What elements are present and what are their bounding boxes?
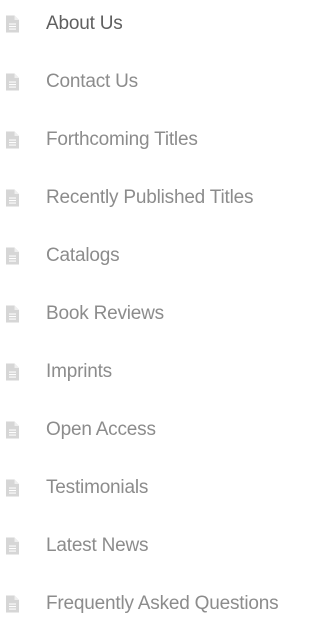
menu-item-label: Recently Published Titles <box>46 187 254 208</box>
menu-item-label: Testimonials <box>46 477 149 498</box>
menu-item-recently-published-titles[interactable]: Recently Published Titles <box>0 169 332 227</box>
menu-item-testimonials[interactable]: Testimonials <box>0 459 332 517</box>
menu-item-label: Book Reviews <box>46 303 164 324</box>
document-icon <box>6 73 19 91</box>
document-icon <box>6 421 19 439</box>
document-icon <box>6 363 19 381</box>
document-icon <box>6 131 19 149</box>
menu-item-imprints[interactable]: Imprints <box>0 343 332 401</box>
menu-item-catalogs[interactable]: Catalogs <box>0 227 332 285</box>
menu-item-open-access[interactable]: Open Access <box>0 401 332 459</box>
menu-item-about-us[interactable]: About Us <box>0 0 332 53</box>
menu-item-label: Forthcoming Titles <box>46 129 198 150</box>
document-icon <box>6 479 19 497</box>
document-icon <box>6 247 19 265</box>
menu-item-label: Imprints <box>46 361 112 382</box>
menu-item-label: Open Access <box>46 419 156 440</box>
menu-item-forthcoming-titles[interactable]: Forthcoming Titles <box>0 111 332 169</box>
document-icon <box>6 595 19 613</box>
menu-item-label: Contact Us <box>46 71 138 92</box>
menu-item-label: Catalogs <box>46 245 120 266</box>
document-icon <box>6 537 19 555</box>
menu-item-label: Latest News <box>46 535 149 556</box>
sidebar-menu: About Us Contact Us Forthcoming Titles R… <box>0 0 332 633</box>
menu-item-label: Frequently Asked Questions <box>46 593 279 614</box>
document-icon <box>6 305 19 323</box>
menu-item-label: About Us <box>46 13 123 34</box>
menu-item-faq[interactable]: Frequently Asked Questions <box>0 575 332 633</box>
document-icon <box>6 189 19 207</box>
menu-item-contact-us[interactable]: Contact Us <box>0 53 332 111</box>
menu-item-book-reviews[interactable]: Book Reviews <box>0 285 332 343</box>
menu-item-latest-news[interactable]: Latest News <box>0 517 332 575</box>
document-icon <box>6 15 19 33</box>
